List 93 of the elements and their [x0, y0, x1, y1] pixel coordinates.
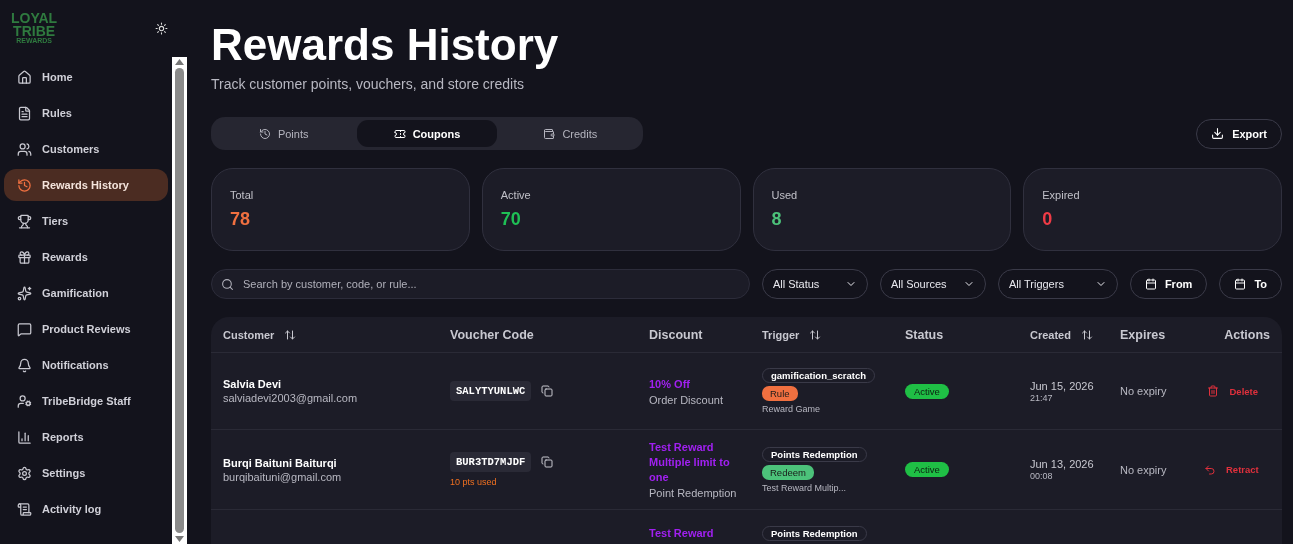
created-time: 21:47 [1030, 392, 1053, 403]
sidebar-item-icon [17, 177, 32, 193]
sidebar-item-icon [17, 249, 32, 265]
column-header: Expires [1120, 327, 1166, 342]
search-field[interactable]: Search by customer, code, or rule... [211, 269, 750, 299]
scrollbar[interactable] [172, 57, 187, 544]
scroll-up-icon[interactable] [175, 59, 184, 65]
stat-value: 78 [230, 209, 252, 230]
tab-icon [393, 127, 406, 140]
trigger-note: Reward Game [762, 404, 821, 414]
stat-label: Used [771, 189, 799, 201]
customer-name: Burqi Baituni Baiturqi [223, 456, 337, 469]
sidebar-item[interactable]: Settings [4, 457, 168, 489]
sidebar-item[interactable]: Rules [4, 97, 168, 129]
sort-icon[interactable] [809, 328, 822, 341]
sidebar-item[interactable]: TribeBridge Staff [4, 385, 168, 417]
sidebar-item-icon [17, 213, 32, 229]
discount-title: Test Reward [649, 526, 714, 541]
sidebar-item[interactable]: Gamification [4, 277, 168, 309]
sort-icon[interactable] [284, 328, 297, 341]
theme-toggle-icon[interactable] [155, 22, 168, 35]
sidebar-item[interactable]: Rewards History [4, 169, 168, 201]
download-icon [1211, 127, 1225, 140]
scrollbar-thumb[interactable] [175, 68, 184, 533]
sidebar-item-icon [17, 357, 32, 373]
trigger-tag: Rule [762, 386, 798, 401]
column-header: Discount [649, 327, 703, 342]
search-icon [221, 278, 234, 291]
sidebar-item[interactable]: Rewards [4, 241, 168, 273]
trigger-tag: Redeem [762, 464, 814, 480]
tab[interactable]: Coupons [357, 120, 497, 147]
created-time: 00:08 [1030, 471, 1053, 481]
voucher-code: SALYTYUNLWC [450, 381, 532, 401]
discount-type: Order Discount [649, 393, 723, 406]
created-date: Jun 15, 2026 [1030, 379, 1094, 392]
column-header: Created [1030, 328, 1071, 341]
sidebar-item[interactable]: Notifications [4, 349, 168, 381]
sidebar-item[interactable]: Customers [4, 133, 168, 165]
sidebar-item-icon [17, 501, 32, 517]
status-badge: Active [905, 462, 949, 477]
stat-label: Expired [1042, 189, 1081, 201]
row-action-button[interactable]: Retract [1204, 463, 1271, 476]
sidebar-item-icon [17, 429, 32, 445]
sidebar-item[interactable]: Activity log [4, 493, 168, 525]
tab[interactable]: Points [214, 120, 354, 147]
customer-email: salviadevi2003@gmail.com [223, 392, 358, 404]
expiry-text: No expiry [1120, 463, 1167, 476]
sidebar-item-icon [17, 69, 32, 85]
copy-icon[interactable] [541, 456, 554, 468]
stat-value: 70 [500, 209, 522, 230]
points-used-note: 10 pts used [450, 477, 497, 487]
sidebar-item[interactable]: Home [4, 61, 168, 93]
sidebar-item-icon [17, 105, 32, 121]
undo-arrow-icon [1204, 463, 1216, 476]
copy-icon[interactable] [541, 385, 554, 397]
page-title: Rewards History [211, 19, 560, 71]
column-header: Customer [223, 328, 275, 341]
row-action-button[interactable]: Delete [1207, 385, 1270, 397]
stat-value: 8 [771, 209, 783, 230]
scroll-down-icon[interactable] [175, 536, 184, 542]
sidebar-item-icon [17, 465, 32, 481]
stat-label: Total [230, 189, 255, 201]
expiry-text: No expiry [1120, 385, 1167, 397]
tab[interactable]: Credits [500, 120, 640, 147]
sort-icon[interactable] [1080, 328, 1093, 341]
column-header: Voucher Code [450, 327, 534, 342]
sidebar-item[interactable]: Product Reviews [4, 313, 168, 345]
trash-icon [1207, 385, 1220, 397]
column-header: Actions [1224, 327, 1270, 342]
calendar-icon [1234, 278, 1247, 290]
sidebar-item-icon [17, 285, 32, 301]
stat-value: 0 [1042, 209, 1054, 230]
column-header: Status [905, 327, 944, 342]
sidebar-item-icon [17, 393, 32, 409]
voucher-code: BUR3TD7MJDF [450, 452, 532, 472]
customer-name: Salvia Devi [223, 378, 282, 390]
sidebar-item-icon [17, 321, 32, 337]
calendar-icon [1144, 278, 1157, 290]
trigger-note: Test Reward Multip... [762, 482, 847, 493]
created-date: Jun 13, 2026 [1030, 458, 1094, 470]
discount-title: Test Reward Multiple limit to one [649, 440, 731, 485]
tab-icon [258, 127, 271, 140]
tab-icon [543, 127, 556, 140]
sidebar-item[interactable]: Tiers [4, 205, 168, 237]
page-subtitle: Track customer points, vouchers, and store credits [211, 76, 526, 92]
stat-label: Active [500, 189, 532, 201]
status-badge: Active [905, 383, 949, 399]
column-header: Trigger [762, 328, 800, 341]
customer-email: burqibaituni@gmail.com [223, 470, 342, 483]
sidebar-item-icon [17, 141, 32, 157]
discount-type: Point Redemption [649, 487, 737, 499]
discount-title: 10% Off [649, 376, 690, 392]
sidebar-item[interactable]: Reports [4, 421, 168, 453]
